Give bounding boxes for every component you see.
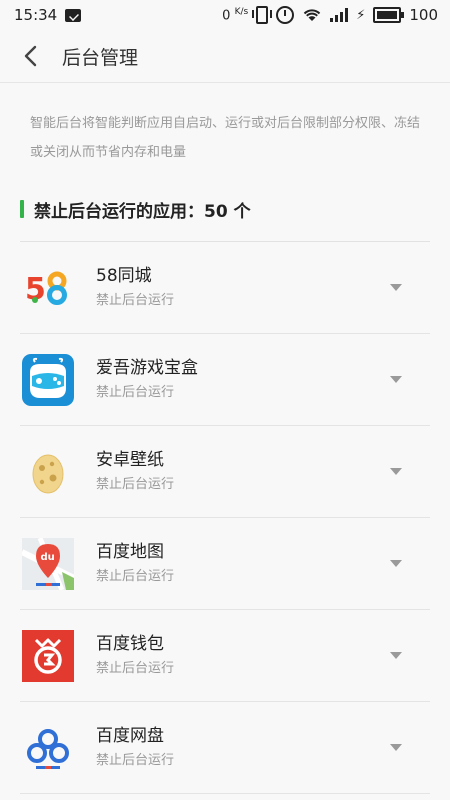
vibrate-icon	[252, 6, 273, 24]
wifi-icon	[304, 9, 321, 21]
list-item[interactable]: 百度网盘 禁止后台运行	[20, 702, 430, 794]
app-status: 禁止后台运行	[96, 293, 175, 308]
description-text: 智能后台将智能判断应用自启动、运行或对后台限制部分权限、冻结或关闭从而节省内存和…	[30, 116, 421, 160]
cloud-icon	[27, 728, 69, 769]
back-icon[interactable]	[18, 44, 42, 68]
dropdown-arrow-icon[interactable]	[390, 744, 402, 751]
dropdown-arrow-icon[interactable]	[390, 560, 402, 567]
status-bar: 15:34 0 K/s ⚡ 100	[0, 0, 450, 30]
app-status: 禁止后台运行	[96, 385, 175, 400]
network-speed: 0 K/s	[222, 6, 249, 24]
page-title: 后台管理	[62, 46, 139, 69]
section-header: 禁止后台运行的应用：50 个	[20, 197, 430, 222]
svg-text:du: du	[41, 552, 55, 563]
dropdown-arrow-icon[interactable]	[390, 284, 402, 291]
battery-icon	[373, 7, 405, 23]
charging-icon: ⚡	[356, 7, 366, 23]
app-status: 禁止后台运行	[96, 753, 175, 768]
app-name: 百度网盘	[96, 726, 164, 746]
section-accent-bar	[20, 200, 24, 218]
section-title: 禁止后台运行的应用：50 个	[34, 201, 251, 222]
egg-icon	[32, 454, 64, 493]
wallet-icon	[22, 629, 74, 682]
list-item[interactable]: 安卓壁纸 禁止后台运行	[20, 426, 430, 518]
list-item[interactable]: 5 58同城 禁止后台运行	[20, 242, 430, 334]
dropdown-arrow-icon[interactable]	[390, 376, 402, 383]
58-logo-icon: 5	[25, 271, 67, 307]
dropdown-arrow-icon[interactable]	[390, 652, 402, 659]
app-name: 爱吾游戏宝盒	[96, 358, 198, 378]
battery-level: 100	[409, 6, 438, 24]
alarm-icon	[276, 6, 295, 24]
app-name: 安卓壁纸	[96, 450, 164, 470]
app-status: 禁止后台运行	[96, 661, 175, 676]
app-bar: 后台管理	[0, 30, 450, 83]
app-status: 禁止后台运行	[96, 477, 175, 492]
map-pin-icon: du	[22, 537, 74, 590]
app-name: 58同城	[96, 266, 152, 286]
game-controller-icon	[22, 353, 74, 406]
status-time: 15:34	[14, 6, 58, 24]
app-name: 百度地图	[96, 542, 164, 562]
notification-icon	[65, 8, 82, 22]
signal-icon	[330, 8, 349, 22]
dropdown-arrow-icon[interactable]	[390, 468, 402, 475]
app-list: 5 58同城 禁止后台运行 爱吾游戏宝盒 禁止后台运行 安卓壁纸 禁止后台运行 …	[20, 242, 430, 794]
list-item[interactable]: 百度钱包 禁止后台运行	[20, 610, 430, 702]
app-name: 百度钱包	[96, 634, 164, 654]
list-item[interactable]: du 百度地图 禁止后台运行	[20, 518, 430, 610]
list-item[interactable]: 爱吾游戏宝盒 禁止后台运行	[20, 334, 430, 426]
app-status: 禁止后台运行	[96, 569, 175, 584]
